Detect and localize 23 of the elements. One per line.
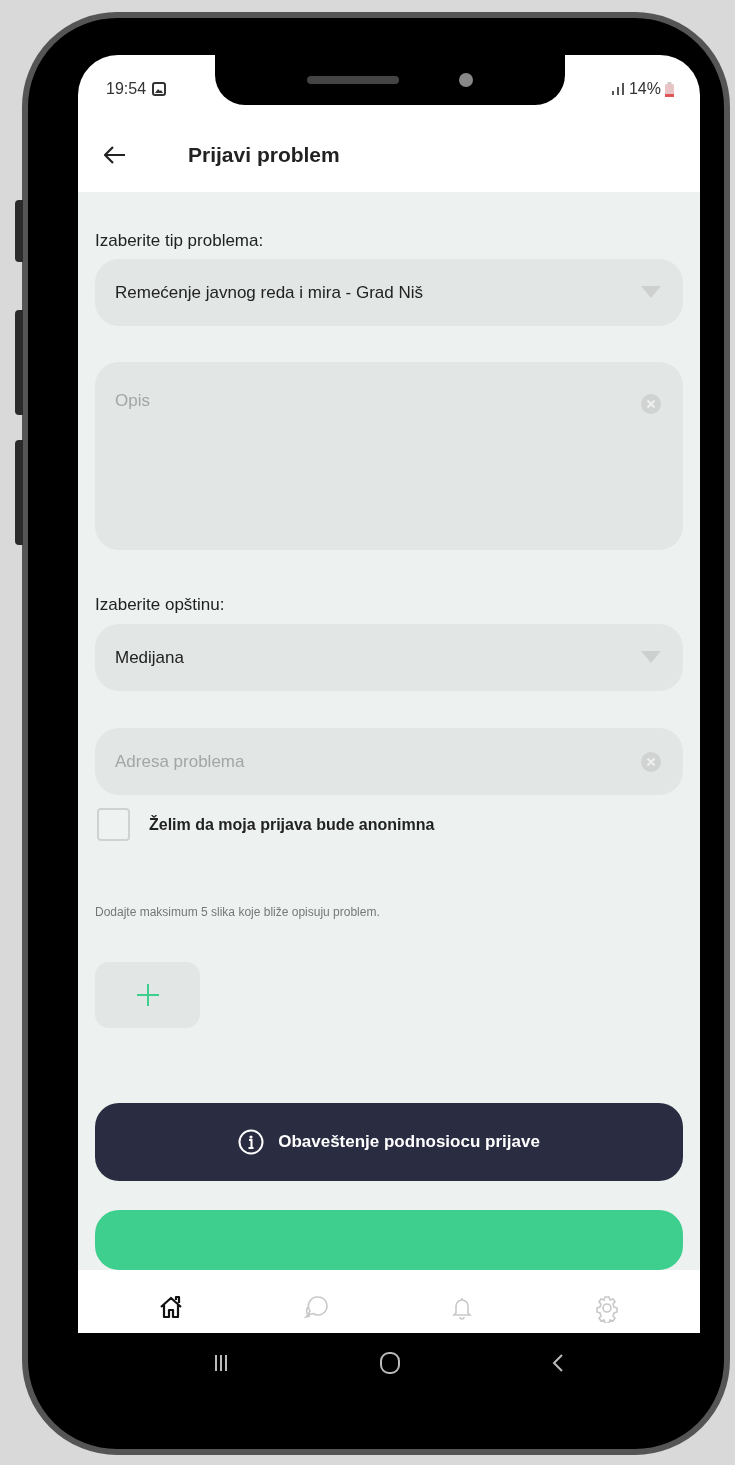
dropdown-field[interactable]: Remećenje javnog reda i mira - Grad Niš	[95, 258, 683, 327]
page-title: Prijavi problem	[188, 141, 340, 168]
dropdown-field[interactable]: Medijana	[95, 623, 683, 692]
signal-icon	[610, 82, 625, 96]
add-photo-button[interactable]	[95, 962, 200, 1028]
status-time: 19:54	[106, 79, 147, 99]
clear-icon[interactable]	[641, 751, 661, 772]
checkbox[interactable]	[97, 808, 130, 842]
info-icon	[238, 1129, 265, 1155]
image-icon	[152, 82, 167, 96]
checkbox-label: Želim da moja prijava bude anonimna	[149, 814, 435, 835]
battery-percent: 14%	[628, 79, 661, 99]
plus-icon	[136, 984, 159, 1006]
back-chevron-icon[interactable]	[552, 1353, 564, 1373]
battery-icon	[665, 81, 674, 97]
clear-icon[interactable]	[641, 394, 661, 415]
field-label: Izaberite opštinu:	[95, 594, 226, 616]
back-arrow-icon[interactable]	[104, 145, 126, 164]
hint-text: Dodajte maksimum 5 slika koje bliže opisuju problem.	[95, 904, 381, 922]
submit-button[interactable]	[95, 1210, 683, 1270]
recent-apps-icon[interactable]	[214, 1354, 228, 1372]
info-button[interactable]: Obaveštenje podnosiocu prijave	[95, 1103, 683, 1181]
field-label: Izaberite tip problema:	[95, 230, 265, 252]
